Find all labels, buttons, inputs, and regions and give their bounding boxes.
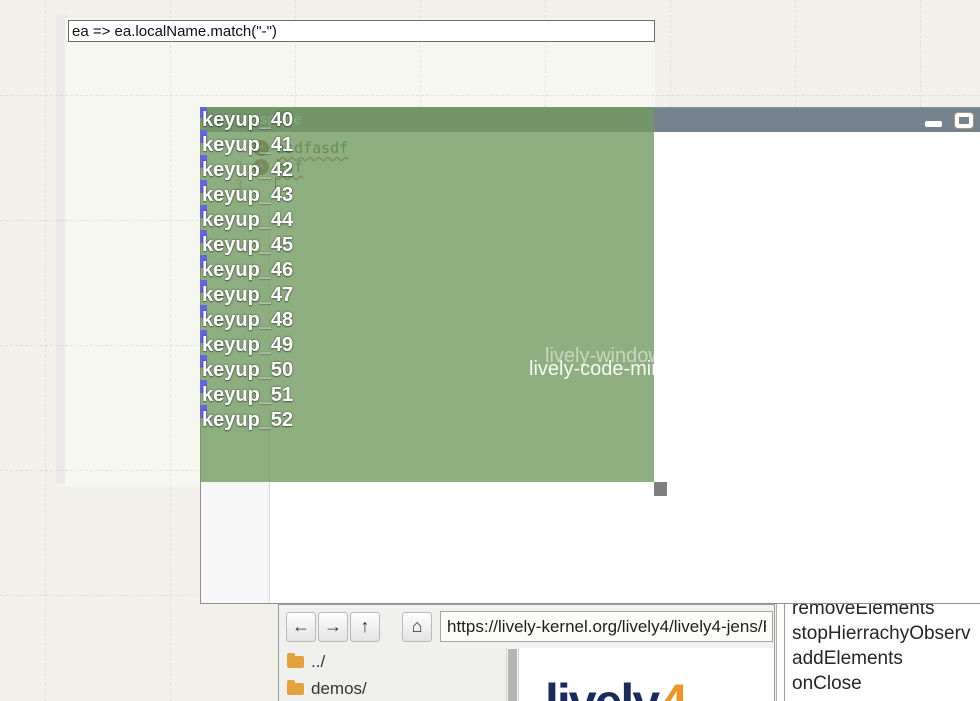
method-list-item[interactable]: onClose — [792, 671, 862, 696]
folder-icon — [287, 656, 304, 668]
folder-icon — [287, 683, 304, 695]
probe-label: keyup_49 — [202, 334, 293, 357]
file-list-item[interactable]: ../ — [279, 648, 507, 675]
tag-label-lively-code-mirror: lively-code-mirror — [529, 358, 654, 381]
browser-content-pane: lively4 — [519, 648, 774, 701]
scrollbar-thumb[interactable] — [508, 649, 517, 701]
back-icon: ← — [292, 616, 310, 637]
resize-handle[interactable] — [654, 482, 667, 496]
lively4-logo: lively4 — [545, 673, 686, 701]
probe-label: keyup_50 — [202, 359, 293, 382]
method-list-item[interactable]: removeElements — [792, 604, 935, 621]
probe-label: keyup_51 — [202, 384, 293, 407]
up-button[interactable]: ↑ — [350, 612, 380, 642]
file-list-item[interactable]: demos/ — [279, 675, 507, 701]
selection-overlay: lively-window lively-code-mirror keyup_4… — [200, 107, 654, 482]
method-list-item[interactable]: stopHierrachyObserv — [792, 621, 970, 646]
file-browser-window: ← → ↑ ⌂ ../ demos/ lively4 — [278, 604, 775, 701]
file-label: ../ — [311, 652, 325, 672]
method-list-pane: removeElementsstopHierrachyObservaddElem… — [776, 604, 980, 701]
method-list-item[interactable]: addElements — [792, 646, 903, 671]
probe-label: keyup_52 — [202, 409, 293, 432]
back-button[interactable]: ← — [286, 612, 316, 642]
probe-label: keyup_47 — [202, 284, 293, 307]
maximize-button[interactable] — [955, 113, 973, 128]
up-icon: ↑ — [361, 616, 370, 637]
probe-label: keyup_44 — [202, 209, 293, 232]
forward-icon: → — [324, 616, 342, 637]
minimize-button[interactable] — [925, 121, 942, 127]
file-label: demos/ — [311, 679, 367, 699]
probe-label: keyup_45 — [202, 234, 293, 257]
probe-label: keyup_42 — [202, 159, 293, 182]
probe-label: keyup_46 — [202, 259, 293, 282]
probe-label: keyup_43 — [202, 184, 293, 207]
home-button[interactable]: ⌂ — [402, 612, 432, 642]
url-input[interactable] — [440, 611, 773, 642]
code-input[interactable] — [68, 20, 655, 42]
probe-label: keyup_48 — [202, 309, 293, 332]
probe-label: keyup_41 — [202, 134, 293, 157]
file-list-scrollbar[interactable] — [506, 648, 519, 701]
forward-button[interactable]: → — [318, 612, 348, 642]
home-icon: ⌂ — [412, 616, 423, 637]
pane-divider — [784, 604, 785, 701]
probe-label: keyup_40 — [202, 109, 293, 132]
